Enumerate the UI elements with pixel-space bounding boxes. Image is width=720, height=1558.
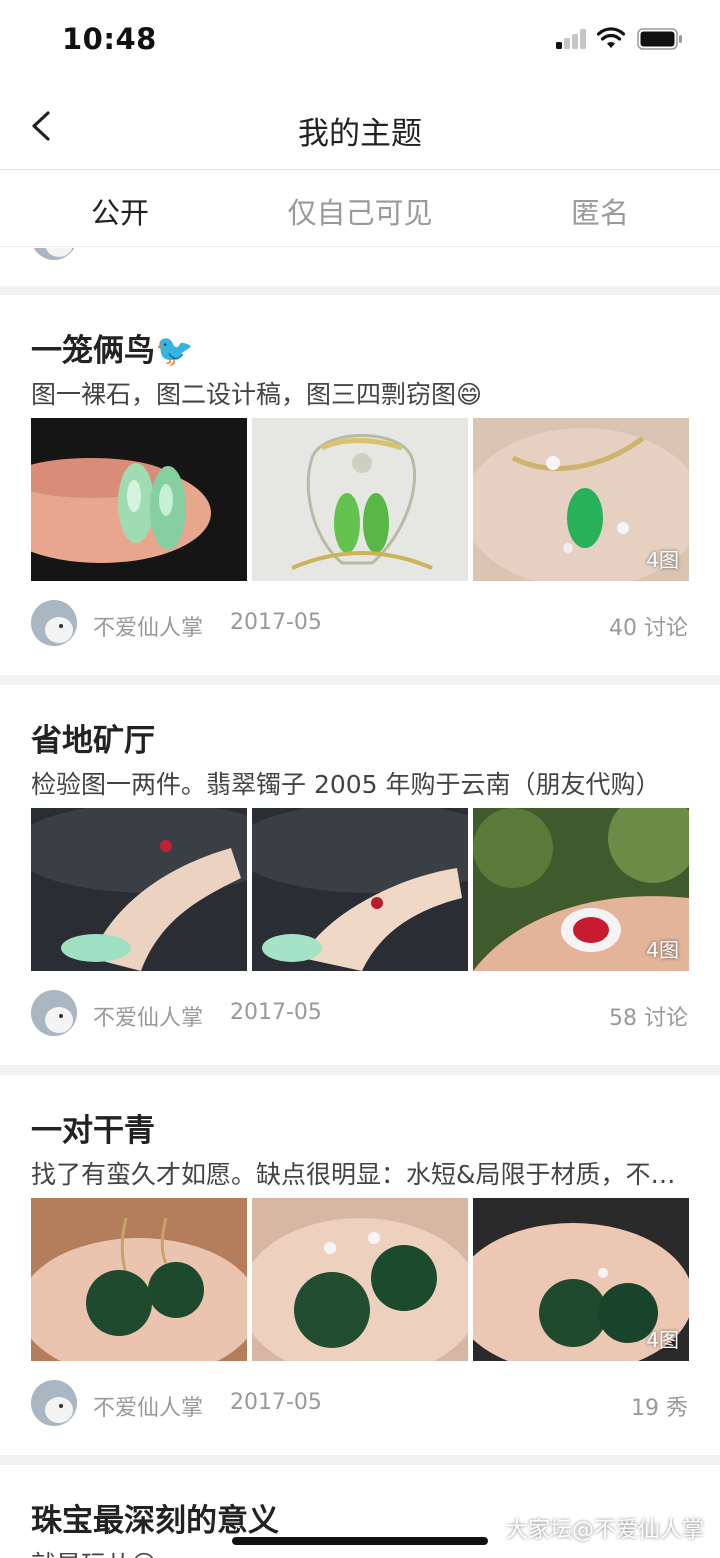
home-indicator: [232, 1537, 488, 1545]
post-image[interactable]: 4图: [473, 808, 689, 971]
page-title: 我的主题: [298, 116, 422, 152]
post-summary: 就是玩儿😄: [31, 1545, 691, 1558]
avatar[interactable]: [31, 1380, 77, 1426]
tab-bar: 公开 仅自己可见 匿名: [0, 170, 720, 247]
post-image[interactable]: [31, 1198, 247, 1361]
post-card[interactable]: 一笼俩鸟🐦 图一裸石，图二设计稿，图三四剽窃图😄 4图 不爱仙人掌 2017-0…: [0, 295, 720, 675]
post-image[interactable]: [252, 418, 468, 581]
post-reply-count: 19 秀: [631, 1396, 688, 1421]
post-title[interactable]: 一笼俩鸟🐦: [31, 325, 194, 370]
post-card[interactable]: 省地矿厅 检验图一两件。翡翠镯子 2005 年购于云南（朋友代购） 4图 不爱仙…: [0, 685, 720, 1065]
post-author[interactable]: 不爱仙人掌: [93, 1000, 203, 1032]
post-date: 2017-05: [230, 1000, 322, 1025]
post-image[interactable]: [252, 808, 468, 971]
tab-anonymous[interactable]: 匿名: [480, 190, 720, 232]
post-summary: 找了有蛮久才如愿。缺点很明显：水短&局限于材质，不够透亮: [31, 1160, 691, 1189]
post-title[interactable]: 珠宝最深刻的意义: [31, 1495, 279, 1540]
tab-private[interactable]: 仅自己可见: [240, 190, 480, 232]
post-title[interactable]: 省地矿厅: [31, 715, 155, 760]
post-images[interactable]: 4图: [31, 808, 689, 971]
topic-feed[interactable]: 一笼俩鸟🐦 图一裸石，图二设计稿，图三四剽窃图😄 4图 不爱仙人掌 2017-0…: [0, 248, 720, 1558]
image-count-badge: 4图: [646, 548, 679, 572]
post-reply-count: 40 讨论: [609, 616, 688, 641]
image-count-badge: 4图: [646, 1328, 679, 1352]
post-summary: 检验图一两件。翡翠镯子 2005 年购于云南（朋友代购）: [31, 770, 661, 799]
avatar[interactable]: [31, 600, 77, 646]
tab-public[interactable]: 公开: [0, 190, 240, 232]
post-image[interactable]: [31, 418, 247, 581]
post-card[interactable]: 一对干青 找了有蛮久才如愿。缺点很明显：水短&局限于材质，不够透亮 4图 不爱仙…: [0, 1075, 720, 1455]
cellular-signal-icon: [556, 29, 588, 49]
post-image[interactable]: [31, 808, 247, 971]
post-images[interactable]: 4图: [31, 1198, 689, 1361]
status-bar: 10:48: [0, 0, 720, 80]
post-date: 2017-05: [230, 610, 322, 635]
post-author[interactable]: 不爱仙人掌: [93, 610, 203, 642]
wifi-icon: [597, 27, 625, 48]
post-date: 2017-05: [230, 1390, 322, 1415]
post-images[interactable]: 4图: [31, 418, 689, 581]
post-author[interactable]: 不爱仙人掌: [93, 1390, 203, 1422]
watermark: 大家坛@不爱仙人掌: [505, 1518, 704, 1543]
image-count-badge: 4图: [646, 938, 679, 962]
previous-post-tail: [0, 248, 720, 286]
post-image[interactable]: 4图: [473, 418, 689, 581]
post-summary: 图一裸石，图二设计稿，图三四剽窃图😄: [31, 380, 483, 409]
post-image[interactable]: [252, 1198, 468, 1361]
avatar[interactable]: [31, 990, 77, 1036]
post-reply-count: 58 讨论: [609, 1006, 688, 1031]
battery-icon: [637, 28, 682, 50]
status-time: 10:48: [62, 22, 157, 56]
avatar: [31, 248, 77, 260]
navigation-bar: 我的主题: [0, 80, 720, 170]
post-image[interactable]: 4图: [473, 1198, 689, 1361]
post-title[interactable]: 一对干青: [31, 1105, 155, 1150]
